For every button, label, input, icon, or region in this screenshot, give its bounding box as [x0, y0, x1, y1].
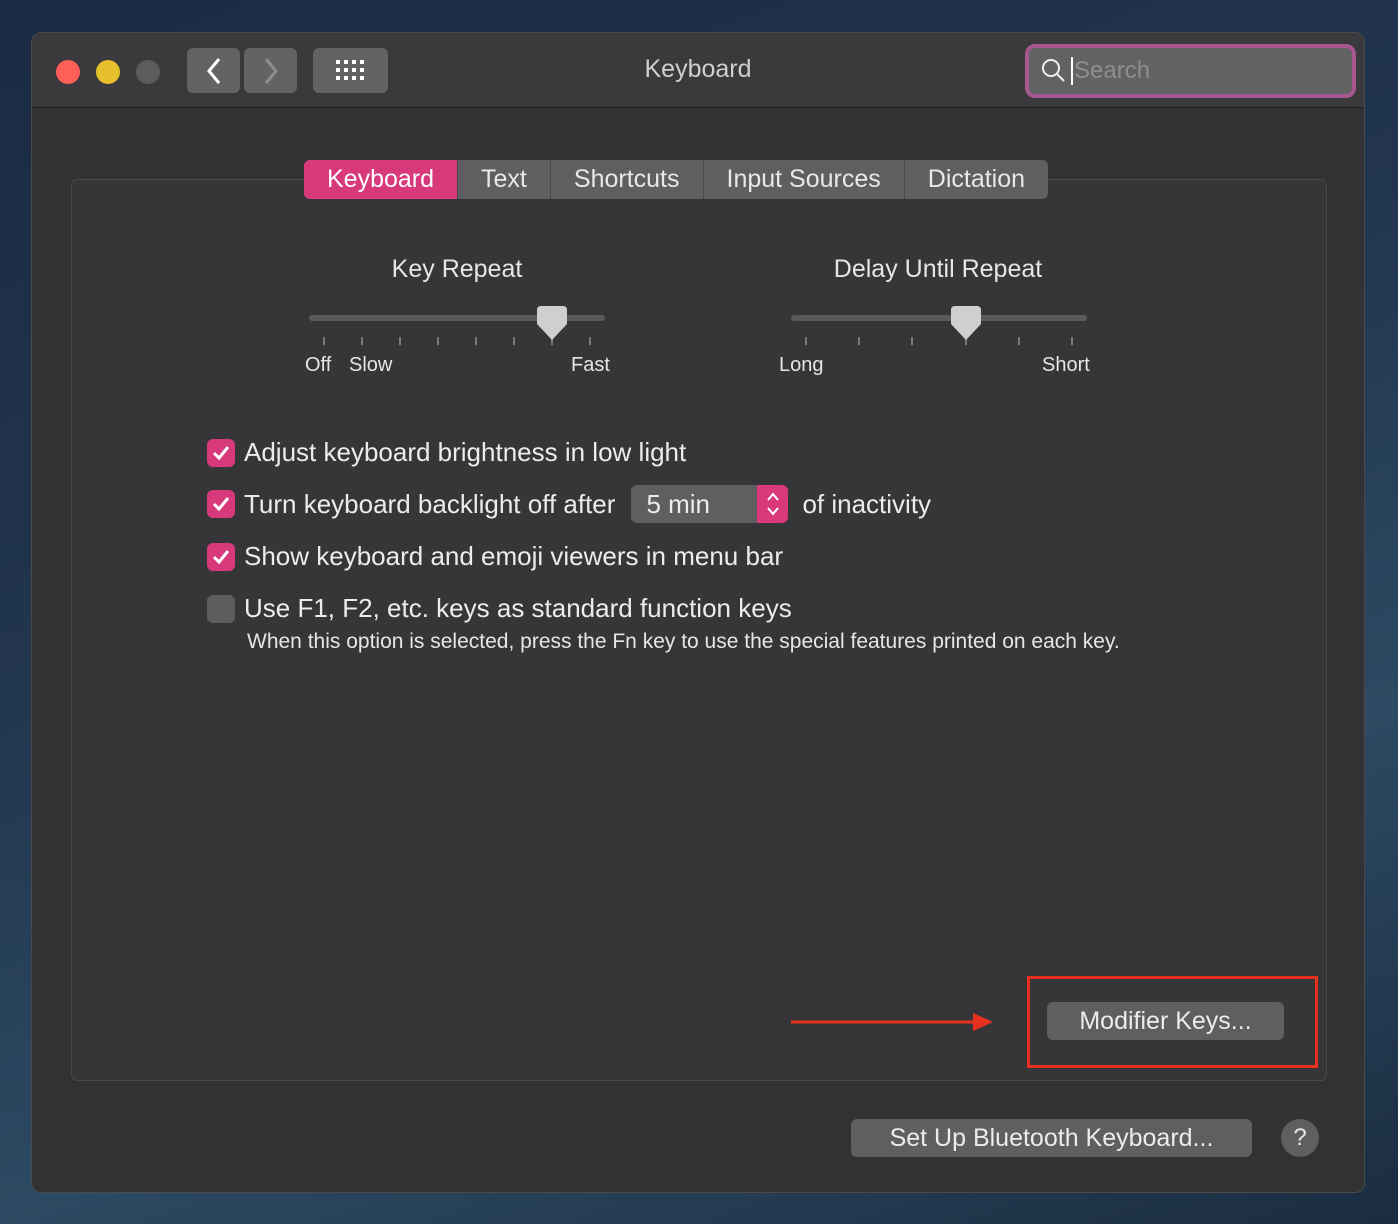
keyboard-preferences-window: Keyboard Keyboard Text Shortcuts Input S… — [31, 32, 1365, 1193]
modifier-keys-button[interactable]: Modifier Keys... — [1047, 1002, 1284, 1040]
fn-key-note: When this option is selected, press the … — [247, 630, 1120, 653]
slider-thumb[interactable] — [950, 306, 981, 340]
checkbox[interactable] — [207, 542, 235, 571]
option-label: Show keyboard and emoji viewers in menu … — [244, 541, 784, 571]
option-label: Adjust keyboard brightness in low light — [244, 437, 687, 467]
option-label: Turn keyboard backlight off after — [244, 488, 616, 519]
key-repeat-fast-label: Fast — [571, 354, 610, 376]
tab-bar: Keyboard Text Shortcuts Input Sources Di… — [304, 160, 1049, 199]
checkmark-icon — [212, 445, 230, 460]
tab-text[interactable]: Text — [458, 160, 551, 199]
slider-tick — [805, 337, 807, 345]
checkmark-icon — [212, 549, 230, 564]
checkbox[interactable] — [207, 594, 235, 623]
key-repeat-off-label: Off — [305, 354, 332, 376]
slider-tick — [361, 337, 363, 345]
slider-tick — [1071, 337, 1073, 345]
annotation-arrow-icon — [791, 1013, 993, 1031]
tab-keyboard[interactable]: Keyboard — [304, 160, 459, 199]
slider-tick — [858, 337, 861, 345]
delay-long-label: Long — [779, 354, 824, 376]
key-repeat-title: Key Repeat — [391, 255, 523, 283]
option-backlight-off[interactable]: Turn keyboard backlight off after 5 min … — [207, 485, 931, 523]
checkbox[interactable] — [207, 490, 235, 518]
backlight-timeout-popup[interactable]: 5 min — [631, 485, 789, 523]
slider-tick — [437, 337, 439, 345]
search-icon — [1042, 59, 1065, 82]
popup-value: 5 min — [646, 489, 711, 519]
option-adjust-brightness[interactable]: Adjust keyboard brightness in low light — [207, 437, 686, 468]
delay-short-label: Short — [1042, 354, 1090, 376]
slider-tick — [475, 337, 477, 345]
search-field[interactable] — [1025, 44, 1356, 98]
checkbox[interactable] — [207, 438, 235, 467]
tab-shortcuts[interactable]: Shortcuts — [551, 160, 704, 199]
slider-tick — [323, 337, 325, 345]
slider-tick — [589, 337, 591, 345]
option-suffix: of inactivity — [802, 488, 932, 519]
slider-tick — [399, 337, 401, 345]
option-label: Use F1, F2, etc. keys as standard functi… — [244, 593, 792, 623]
slider-thumb[interactable] — [537, 306, 567, 340]
tab-input-sources[interactable]: Input Sources — [704, 160, 905, 199]
slider-tick — [513, 337, 515, 345]
slider-track[interactable] — [791, 315, 1087, 321]
checkmark-icon — [212, 497, 230, 512]
title-bar: Keyboard — [32, 33, 1364, 108]
option-function-keys[interactable]: Use F1, F2, etc. keys as standard functi… — [207, 593, 792, 624]
key-repeat-slow-label: Slow — [349, 354, 393, 376]
up-down-chevron-icon — [767, 492, 779, 516]
help-button[interactable]: ? — [1281, 1119, 1319, 1157]
bluetooth-keyboard-button[interactable]: Set Up Bluetooth Keyboard... — [851, 1119, 1252, 1157]
slider-tick — [1017, 337, 1020, 345]
option-show-viewers[interactable]: Show keyboard and emoji viewers in menu … — [207, 541, 783, 572]
tab-dictation[interactable]: Dictation — [905, 160, 1048, 199]
search-input[interactable] — [1071, 57, 1331, 85]
slider-tick — [911, 337, 914, 345]
delay-until-repeat-title: Delay Until Repeat — [833, 255, 1043, 283]
